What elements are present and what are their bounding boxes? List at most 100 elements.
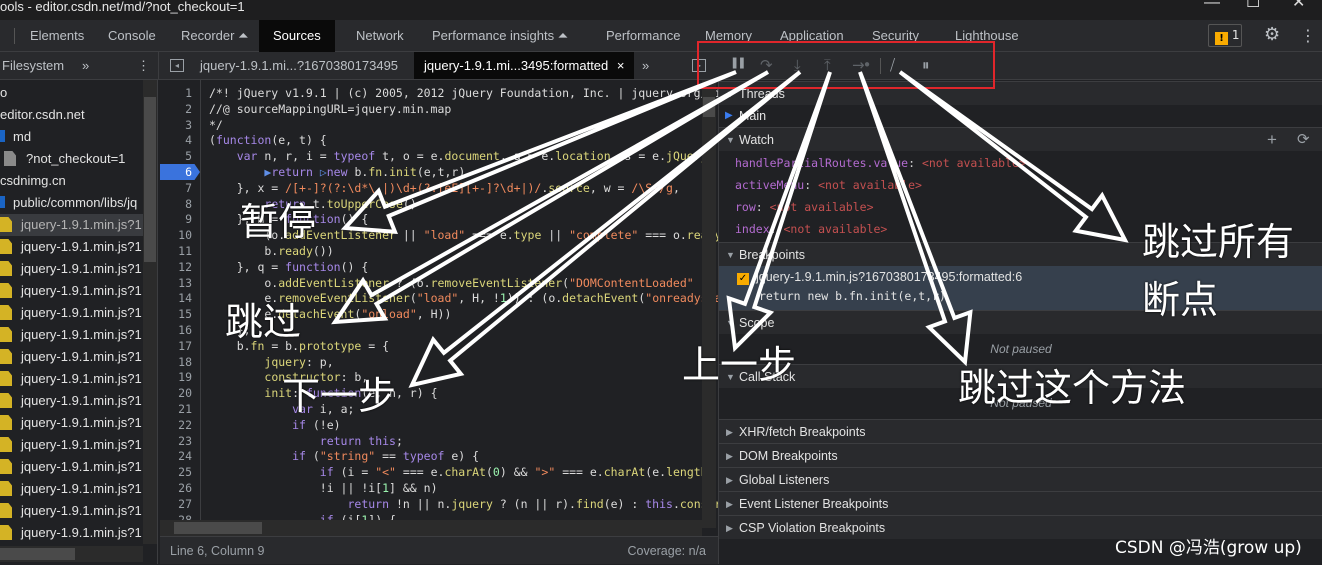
section-header[interactable]: ▶ DOM Breakpoints: [719, 443, 1322, 467]
editor-more-tabs-button[interactable]: »: [642, 52, 649, 79]
tree-item[interactable]: jquery-1.9.1.min.js?1: [0, 214, 143, 236]
navigator-tab-filesystem[interactable]: Filesystem: [2, 52, 64, 79]
editor-tab-active[interactable]: jquery-1.9.1.mi...3495:formatted ×: [414, 52, 635, 79]
watch-expression[interactable]: index: <not available>: [735, 218, 887, 240]
line-number[interactable]: 3: [160, 117, 192, 133]
close-tab-icon[interactable]: ×: [617, 58, 625, 73]
thread-main[interactable]: ▶ Main: [719, 105, 1322, 127]
line-number[interactable]: 17: [160, 338, 192, 354]
tree-item[interactable]: jquery-1.9.1.min.js?1: [0, 390, 143, 412]
tab-memory[interactable]: Memory: [705, 20, 752, 52]
line-number[interactable]: 25: [160, 464, 192, 480]
line-number[interactable]: 13: [160, 275, 192, 291]
tree-item[interactable]: editor.csdn.net: [0, 104, 143, 126]
tree-item[interactable]: jquery-1.9.1.min.js?1: [0, 412, 143, 434]
minimize-button[interactable]: —: [1204, 0, 1220, 11]
line-number[interactable]: 6: [160, 164, 200, 180]
settings-gear-icon[interactable]: ⚙: [1264, 24, 1280, 45]
tree-item[interactable]: jquery-1.9.1.min.js?1: [0, 302, 143, 324]
section-header[interactable]: ▶ Global Listeners: [719, 467, 1322, 491]
tab-recorder[interactable]: Recorder ⏶: [181, 20, 248, 52]
line-number[interactable]: 26: [160, 480, 192, 496]
scope-section-header[interactable]: ▼ Scope: [719, 310, 1322, 334]
line-number[interactable]: 15: [160, 306, 192, 322]
tree-item[interactable]: jquery-1.9.1.min.js?1: [0, 500, 143, 522]
tab-network[interactable]: Network: [356, 20, 404, 52]
pause-button[interactable]: ❚❚: [730, 56, 747, 69]
line-number[interactable]: 9: [160, 211, 192, 227]
toggle-navigator-icon[interactable]: ◂: [170, 59, 184, 72]
tree-item[interactable]: ?not_checkout=1: [0, 148, 143, 170]
tab-performance[interactable]: Performance: [606, 20, 680, 52]
tree-item[interactable]: jquery-1.9.1.min.js?1: [0, 280, 143, 302]
tree-item[interactable]: md: [0, 126, 143, 148]
navigator-more-button[interactable]: »: [82, 52, 89, 79]
line-number[interactable]: 23: [160, 433, 192, 449]
tab-console[interactable]: Console: [108, 20, 156, 52]
watch-section-header[interactable]: ▼ Watch + ⟳: [719, 127, 1322, 151]
tree-item[interactable]: jquery-1.9.1.min.js?1: [0, 258, 143, 280]
line-number[interactable]: 11: [160, 243, 192, 259]
line-number[interactable]: 27: [160, 496, 192, 512]
tab-sources[interactable]: Sources: [259, 20, 335, 52]
refresh-watch-icon[interactable]: ⟳: [1297, 128, 1310, 152]
line-number[interactable]: 18: [160, 354, 192, 370]
tree-item[interactable]: jquery-1.9.1.min.js?1: [0, 324, 143, 346]
tab-application[interactable]: Application: [780, 20, 844, 52]
navigator-menu-button[interactable]: ⋮: [137, 52, 150, 79]
threads-section-header[interactable]: ▼ Threads: [719, 81, 1322, 105]
line-number[interactable]: 22: [160, 417, 192, 433]
more-options-icon[interactable]: ⋮: [1300, 26, 1316, 45]
line-number[interactable]: 14: [160, 290, 192, 306]
section-header[interactable]: ▶ Event Listener Breakpoints: [719, 491, 1322, 515]
editor-tab[interactable]: jquery-1.9.1.mi...?1670380173495: [200, 52, 398, 79]
scrollbar-thumb[interactable]: [144, 97, 156, 262]
tree-item[interactable]: jquery-1.9.1.min.js?1: [0, 522, 143, 544]
close-window-button[interactable]: ✕: [1292, 0, 1305, 11]
line-gutter[interactable]: 1 2 3 4 5 6 7 8 9 10 11 12 13 14 15 16 17 18 19 20 21 22 23 24 2…: [160, 80, 201, 528]
step-out-button[interactable]: ⤒: [824, 56, 830, 74]
editor-vscrollbar[interactable]: [702, 80, 716, 528]
navigator-scrollbar[interactable]: [143, 80, 157, 544]
add-watch-icon[interactable]: +: [1267, 128, 1277, 152]
maximize-button[interactable]: ☐: [1246, 0, 1260, 11]
issues-button[interactable]: ! 1: [1208, 24, 1242, 47]
breakpoint-item[interactable]: ✓ jquery-1.9.1.min.js?1670380173495:form…: [719, 266, 1322, 310]
tab-lighthouse[interactable]: Lighthouse: [955, 20, 1019, 52]
line-number[interactable]: 19: [160, 369, 192, 385]
line-number[interactable]: 16: [160, 322, 192, 338]
tab-security[interactable]: Security: [872, 20, 919, 52]
step-into-button[interactable]: ⤓: [794, 56, 800, 74]
tree-item[interactable]: jquery-1.9.1.min.js?1: [0, 346, 143, 368]
line-number[interactable]: 5: [160, 148, 192, 164]
deactivate-breakpoints-button[interactable]: ⧸: [890, 56, 895, 74]
line-number[interactable]: 8: [160, 196, 192, 212]
tree-item[interactable]: jquery-1.9.1.min.js?1: [0, 456, 143, 478]
tree-item[interactable]: jquery-1.9.1.min.js?1: [0, 236, 143, 258]
tree-item[interactable]: jquery-1.9.1.min.js?1: [0, 478, 143, 500]
section-header[interactable]: ▶ XHR/fetch Breakpoints: [719, 419, 1322, 443]
line-number[interactable]: 1: [160, 85, 192, 101]
line-number[interactable]: 4: [160, 132, 192, 148]
line-number[interactable]: 2: [160, 101, 192, 117]
tree-item[interactable]: jquery-1.9.1.min.js?1: [0, 368, 143, 390]
pause-on-exceptions-button[interactable]: ⏸: [922, 56, 929, 74]
navigator-hscrollbar[interactable]: [0, 546, 143, 562]
tree-item[interactable]: public/common/libs/jq: [0, 192, 143, 214]
line-number[interactable]: 7: [160, 180, 192, 196]
line-number[interactable]: 20: [160, 385, 192, 401]
line-number[interactable]: 21: [160, 401, 192, 417]
tree-item[interactable]: o: [0, 82, 143, 104]
line-number[interactable]: 24: [160, 448, 192, 464]
watch-expression[interactable]: row: <not available>: [735, 196, 874, 218]
tree-item[interactable]: jquery-1.9.1.min.js?1: [0, 434, 143, 456]
tab-elements[interactable]: Elements: [30, 20, 84, 52]
scrollbar-thumb[interactable]: [174, 522, 262, 534]
scrollbar-thumb[interactable]: [0, 548, 75, 560]
line-number[interactable]: 10: [160, 227, 192, 243]
toggle-debugger-icon[interactable]: ▸: [692, 59, 706, 72]
watch-expression[interactable]: activeMenu: <not available>: [735, 174, 922, 196]
editor-hscrollbar[interactable]: [160, 520, 702, 536]
step-button[interactable]: →•: [852, 56, 871, 74]
step-over-button[interactable]: ↷: [760, 56, 773, 74]
